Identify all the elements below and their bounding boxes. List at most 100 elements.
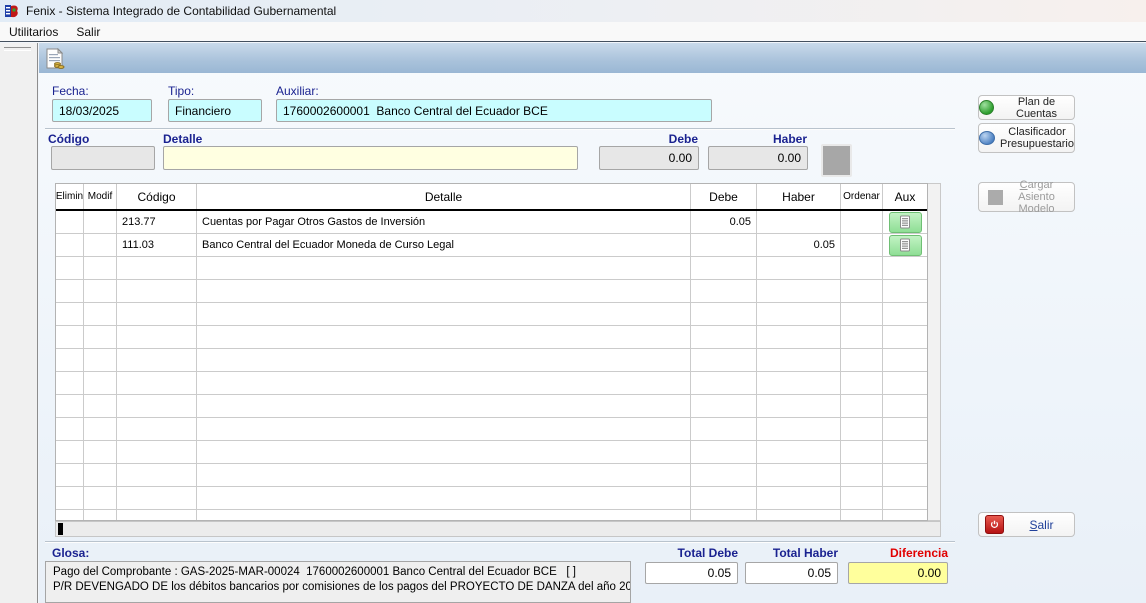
cell-haber[interactable]: 0.05 [757,234,841,256]
cell-haber[interactable] [757,211,841,233]
cell-detalle [197,510,691,521]
new-voucher-document-icon[interactable] [45,48,65,69]
cell-debe[interactable]: 0.05 [691,211,757,233]
cell-codigo [117,372,197,394]
cell-modif [84,372,117,394]
cell-modif[interactable] [84,234,117,256]
cell-elimin [56,510,84,521]
cell-modif [84,441,117,463]
cell-aux [883,257,927,279]
tipo-field[interactable]: Financiero [168,99,262,122]
titlebar: Fenix - Sistema Integrado de Contabilida… [0,0,1146,23]
cell-detalle [197,303,691,325]
cell-aux [883,372,927,394]
cell-ordenar [841,464,883,486]
tipo-label: Tipo: [168,84,194,98]
haber-field[interactable]: 0.00 [708,146,808,170]
menu-salir[interactable]: Salir [67,23,109,41]
blue-sphere-icon [979,131,995,145]
grid-empty-row [56,395,927,418]
cell-debe [691,395,757,417]
cell-codigo [117,257,197,279]
splitter-handle[interactable] [4,47,31,51]
cell-detalle [197,418,691,440]
menu-utilitarios[interactable]: Utilitarios [0,23,67,41]
cell-debe[interactable] [691,234,757,256]
cell-modif [84,487,117,509]
cell-codigo [117,464,197,486]
cell-aux [883,464,927,486]
clasificador-presupuestario-button[interactable]: ClasificadorPresupuestario [978,123,1075,153]
cell-detalle[interactable]: Cuentas por Pagar Otros Gastos de Invers… [197,211,691,233]
cell-aux [883,395,927,417]
cell-elimin[interactable] [56,234,84,256]
auxiliar-field[interactable]: 1760002600001 Banco Central del Ecuador … [276,99,712,122]
cell-haber [757,441,841,463]
codigo-label: Código [48,132,89,146]
codigo-field[interactable] [51,146,155,170]
grid-body: 213.77Cuentas por Pagar Otros Gastos de … [56,211,927,521]
cell-modif [84,303,117,325]
cargar-asiento-label: Cargar Asiento Modelo [1008,179,1066,215]
cell-debe [691,372,757,394]
cell-aux[interactable] [883,211,927,233]
cell-ordenar [841,418,883,440]
separator-top [45,128,955,130]
grid-empty-row [56,326,927,349]
app-icon [4,3,20,19]
cell-codigo [117,441,197,463]
header-debe: Debe [691,184,757,209]
cell-modif [84,464,117,486]
cell-haber [757,349,841,371]
haber-label: Haber [708,132,807,146]
detalle-field[interactable] [163,146,578,170]
grid-horizontal-scrollbar[interactable] [55,521,941,537]
aux-button[interactable] [889,235,922,256]
cell-ordenar[interactable] [841,234,883,256]
grid-empty-row [56,418,927,441]
cell-aux[interactable] [883,234,927,256]
fecha-field[interactable]: 18/03/2025 [52,99,152,122]
cell-elimin [56,372,84,394]
cell-haber [757,303,841,325]
plan-de-cuentas-button[interactable]: Plan de Cuentas [978,95,1075,120]
cell-detalle [197,441,691,463]
cell-ordenar [841,349,883,371]
grid-empty-row [56,464,927,487]
grid-empty-row [56,349,927,372]
cell-debe [691,349,757,371]
cell-haber [757,510,841,521]
salir-button[interactable]: Salir [978,512,1075,537]
separator-bottom [45,541,955,543]
cell-ordenar[interactable] [841,211,883,233]
scrollbar-thumb[interactable] [58,523,63,535]
cell-ordenar [841,487,883,509]
grid-vertical-scrollbar[interactable] [928,183,941,521]
cell-modif [84,280,117,302]
header-elimin: Elimin [56,184,84,209]
cell-codigo [117,395,197,417]
auxiliar-label: Auxiliar: [276,84,319,98]
cell-codigo[interactable]: 213.77 [117,211,197,233]
glosa-textarea[interactable]: Pago del Comprobante : GAS-2025-MAR-0002… [45,561,631,603]
cell-haber [757,464,841,486]
cell-ordenar [841,372,883,394]
grid-empty-row [56,280,927,303]
header-ordenar: Ordenar [841,184,883,209]
cell-modif[interactable] [84,211,117,233]
add-line-gray-button[interactable] [821,144,852,177]
cell-haber [757,395,841,417]
cell-aux [883,349,927,371]
cell-codigo[interactable]: 111.03 [117,234,197,256]
cell-aux [883,326,927,348]
debe-field[interactable]: 0.00 [599,146,699,170]
cell-elimin[interactable] [56,211,84,233]
cargar-asiento-modelo-button[interactable]: Cargar Asiento Modelo [978,182,1075,212]
cell-detalle [197,280,691,302]
cell-detalle[interactable]: Banco Central del Ecuador Moneda de Curs… [197,234,691,256]
glosa-label: Glosa: [52,546,89,560]
cell-codigo [117,487,197,509]
aux-button[interactable] [889,212,922,233]
total-haber-label: Total Haber [745,546,838,560]
cell-elimin [56,395,84,417]
